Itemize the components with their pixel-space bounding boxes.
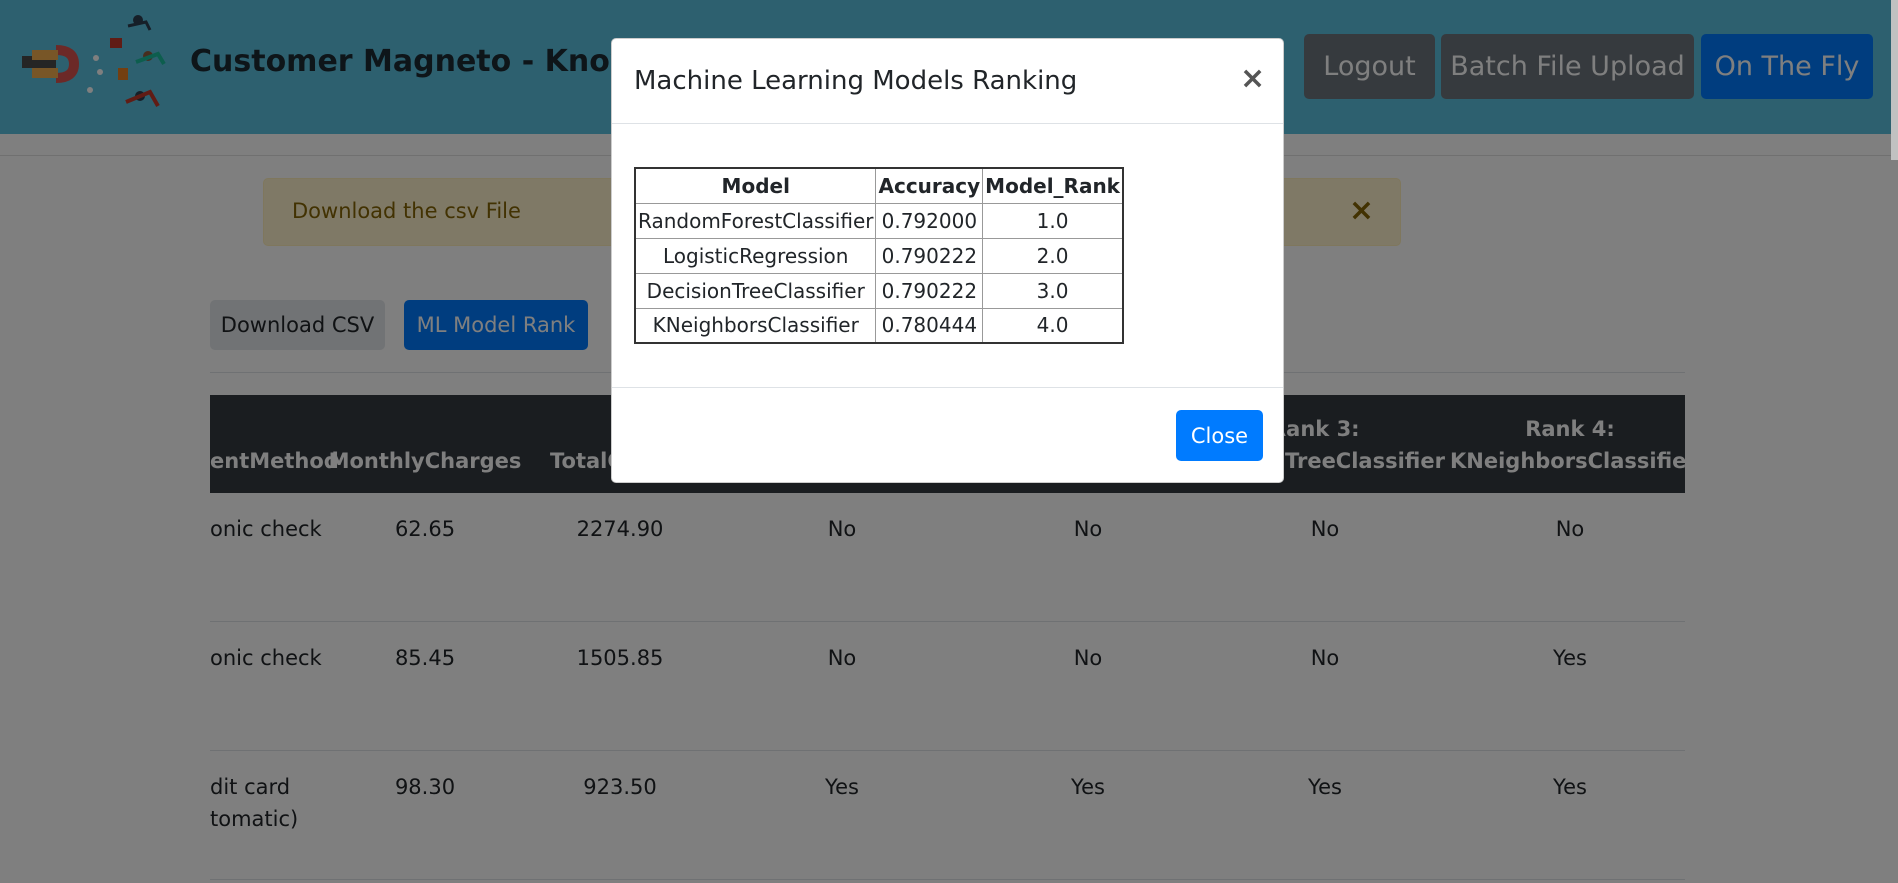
cell-rank: 3.0 <box>982 272 1124 309</box>
divider <box>612 387 1283 388</box>
column-header-accuracy: Accuracy <box>875 167 984 204</box>
table-row: KNeighborsClassifier 0.780444 4.0 <box>634 307 1124 344</box>
cell-rank: 1.0 <box>982 202 1124 239</box>
cell-accuracy: 0.790222 <box>875 237 984 274</box>
cell-accuracy: 0.790222 <box>875 272 984 309</box>
cell-model: KNeighborsClassifier <box>634 307 877 344</box>
table-row: DecisionTreeClassifier 0.790222 3.0 <box>634 272 1124 309</box>
column-header-model-rank: Model_Rank <box>982 167 1124 204</box>
ml-ranking-modal: Machine Learning Models Ranking × Model … <box>611 38 1284 483</box>
close-button[interactable]: Close <box>1176 410 1263 461</box>
divider <box>612 123 1283 124</box>
table-row: LogisticRegression 0.790222 2.0 <box>634 237 1124 274</box>
table-header-row: Model Accuracy Model_Rank <box>634 167 1124 204</box>
scrollbar[interactable] <box>1891 0 1898 160</box>
column-header-model: Model <box>634 167 877 204</box>
cell-rank: 4.0 <box>982 307 1124 344</box>
ranking-table: Model Accuracy Model_Rank RandomForestCl… <box>634 167 1124 344</box>
close-icon[interactable]: × <box>1240 61 1265 96</box>
cell-model: DecisionTreeClassifier <box>634 272 877 309</box>
modal-title: Machine Learning Models Ranking <box>634 66 1078 96</box>
table-row: RandomForestClassifier 0.792000 1.0 <box>634 202 1124 239</box>
cell-accuracy: 0.780444 <box>875 307 984 344</box>
cell-rank: 2.0 <box>982 237 1124 274</box>
cell-model: LogisticRegression <box>634 237 877 274</box>
cell-model: RandomForestClassifier <box>634 202 877 239</box>
cell-accuracy: 0.792000 <box>875 202 984 239</box>
